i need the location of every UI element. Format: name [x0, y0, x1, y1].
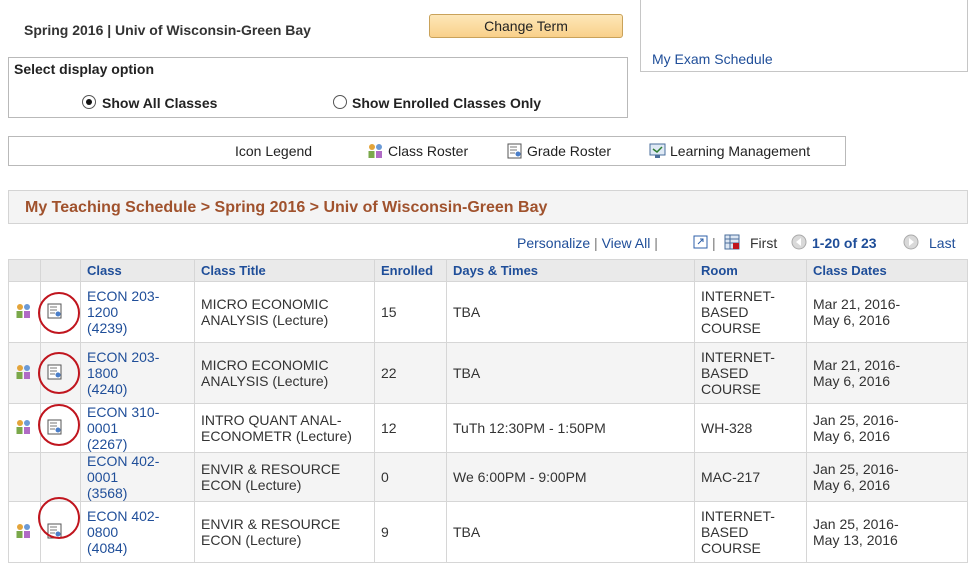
table-row: ECON 203-1200 (4239) MICRO ECONOMIC ANALYS…: [8, 281, 968, 343]
days-times-cell: TBA: [446, 281, 695, 343]
table-row: ECON 402-0800 (4084) ENVIR & RESOURCE ECON…: [8, 501, 968, 563]
show-all-classes-radio[interactable]: [82, 95, 96, 109]
class-link[interactable]: ECON 402-0001 (3568): [87, 453, 159, 501]
grid-navigation: Personalize | View All |: [517, 235, 658, 251]
display-option-title: Select display option: [14, 61, 155, 77]
roster-cell: [8, 342, 41, 404]
class-cell: ECON 203-1200 (4239): [80, 281, 195, 343]
class-dates-cell: Mar 21, 2016- May 6, 2016: [806, 342, 968, 404]
room-cell: WH-328: [694, 403, 807, 453]
class-cell: ECON 402-0800 (4084): [80, 501, 195, 563]
days-times-cell: TuTh 12:30PM - 1:50PM: [446, 403, 695, 453]
term-title: Spring 2016 | Univ of Wisconsin-Green Ba…: [24, 22, 311, 38]
annotation-circle: [38, 404, 80, 446]
first-label: First: [750, 235, 778, 251]
page-range: 1-20 of 23: [812, 235, 877, 251]
class-link[interactable]: ECON 203-1800 (4240): [87, 349, 159, 397]
nav-separator: |: [594, 235, 598, 251]
grade-roster-icon: [507, 143, 523, 162]
download-spreadsheet-icon[interactable]: [724, 234, 740, 253]
last-link[interactable]: Last: [929, 235, 955, 251]
teaching-schedule-table: Class Class Title Enrolled Days & Times …: [8, 259, 968, 563]
change-term-button[interactable]: Change Term: [429, 14, 623, 38]
column-header-class-dates: Class Dates: [806, 259, 968, 282]
class-cell: ECON 310-0001 (2267): [80, 403, 195, 453]
annotation-circle: [38, 497, 80, 539]
class-roster-icon: [367, 143, 385, 162]
table-row: ECON 310-0001 (2267) INTRO QUANT ANAL- ECO…: [8, 403, 968, 453]
nav-separator: |: [654, 235, 658, 251]
enrolled-cell: 12: [374, 403, 447, 453]
enrolled-cell: 15: [374, 281, 447, 343]
class-title-cell: MICRO ECONOMIC ANALYSIS (Lecture): [194, 281, 375, 343]
class-link[interactable]: ECON 402-0800 (4084): [87, 508, 159, 556]
class-cell: ECON 203-1800 (4240): [80, 342, 195, 404]
class-roster-icon[interactable]: [15, 419, 33, 438]
learning-management-icon: [649, 143, 667, 162]
class-title-cell: INTRO QUANT ANAL- ECONOMETR (Lecture): [194, 403, 375, 453]
enrolled-cell: 0: [374, 452, 447, 502]
show-enrolled-only-radio[interactable]: [333, 95, 347, 109]
roster-icon-column-header: [8, 259, 41, 282]
class-dates-cell: Jan 25, 2016- May 13, 2016: [806, 501, 968, 563]
show-all-classes-label: Show All Classes: [102, 95, 218, 111]
class-title-cell: ENVIR & RESOURCE ECON (Lecture): [194, 452, 375, 502]
enrolled-cell: 22: [374, 342, 447, 404]
learning-management-legend-label: Learning Management: [670, 143, 811, 159]
my-exam-schedule-link[interactable]: My Exam Schedule: [652, 51, 773, 67]
class-cell: ECON 402-0001 (3568): [80, 452, 195, 502]
days-times-cell: We 6:00PM - 9:00PM: [446, 452, 695, 502]
previous-arrow-icon[interactable]: [791, 234, 807, 253]
class-roster-icon[interactable]: [15, 303, 33, 322]
teaching-schedule-title: My Teaching Schedule > Spring 2016 > Uni…: [25, 199, 548, 216]
annotation-circle: [38, 352, 80, 394]
zoom-grid-icon[interactable]: [693, 234, 709, 253]
grade-roster-cell: [40, 452, 81, 502]
room-cell: MAC-217: [694, 452, 807, 502]
class-dates-cell: Mar 21, 2016- May 6, 2016: [806, 281, 968, 343]
roster-cell: [8, 501, 41, 563]
column-header-room: Room: [694, 259, 807, 282]
class-roster-icon[interactable]: [15, 523, 33, 542]
table-row: ECON 203-1800 (4240) MICRO ECONOMIC ANALYS…: [8, 342, 968, 404]
annotation-circle: [38, 292, 80, 334]
enrolled-cell: 9: [374, 501, 447, 563]
view-all-link[interactable]: View All: [602, 235, 651, 251]
roster-cell: [8, 403, 41, 453]
grade-roster-legend-label: Grade Roster: [527, 143, 612, 159]
roster-cell: [8, 281, 41, 343]
icon-legend-title: Icon Legend: [235, 143, 313, 159]
class-dates-cell: Jan 25, 2016- May 6, 2016: [806, 452, 968, 502]
table-row: ECON 402-0001 (3568) ENVIR & RESOURCE ECON…: [8, 452, 968, 502]
class-title-cell: MICRO ECONOMIC ANALYSIS (Lecture): [194, 342, 375, 404]
grade-icon-column-header: [40, 259, 81, 282]
days-times-cell: TBA: [446, 342, 695, 404]
roster-cell: [8, 452, 41, 502]
show-enrolled-only-label: Show Enrolled Classes Only: [352, 95, 542, 111]
next-arrow-icon[interactable]: [903, 234, 919, 253]
class-link[interactable]: ECON 310-0001 (2267): [87, 404, 159, 452]
room-cell: INTERNET- BASED COURSE: [694, 342, 807, 404]
table-header-row: Class Class Title Enrolled Days & Times …: [8, 259, 968, 282]
personalize-link[interactable]: Personalize: [517, 235, 590, 251]
class-title-cell: ENVIR & RESOURCE ECON (Lecture): [194, 501, 375, 563]
room-cell: INTERNET- BASED COURSE: [694, 501, 807, 563]
class-dates-cell: Jan 25, 2016- May 6, 2016: [806, 403, 968, 453]
class-link[interactable]: ECON 203-1200 (4239): [87, 288, 159, 336]
class-roster-legend-label: Class Roster: [388, 143, 469, 159]
days-times-cell: TBA: [446, 501, 695, 563]
column-header-class-title: Class Title: [194, 259, 375, 282]
column-header-class: Class: [80, 259, 195, 282]
room-cell: INTERNET- BASED COURSE: [694, 281, 807, 343]
column-header-enrolled: Enrolled: [374, 259, 447, 282]
nav-separator: |: [712, 235, 716, 251]
column-header-days-times: Days & Times: [446, 259, 695, 282]
class-roster-icon[interactable]: [15, 364, 33, 383]
